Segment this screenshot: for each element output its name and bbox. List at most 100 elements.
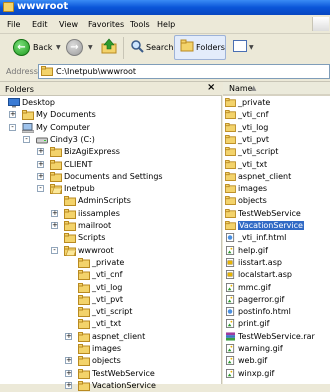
folder-open-icon [64, 246, 76, 256]
address-value[interactable]: C:\Inetpub\wwwroot [56, 67, 136, 76]
tree-item-label: _vti_cnf [92, 270, 123, 279]
list-item-label: _vti_inf.html [238, 233, 287, 242]
list-item-label: winxp.gif [238, 369, 275, 378]
folders-icon [180, 39, 194, 52]
tree-item-label: Documents and Settings [64, 172, 163, 181]
expand-icon[interactable]: + [51, 222, 58, 229]
folder-icon [225, 135, 236, 144]
search-button-label[interactable]: Search [146, 43, 173, 52]
folder-icon [50, 147, 62, 157]
html-file-icon [225, 307, 235, 316]
image-file-icon [225, 319, 235, 328]
collapse-icon[interactable]: - [23, 136, 30, 143]
folder-icon [64, 209, 76, 219]
folder-icon [41, 66, 53, 76]
list-item-label: TestWebService.rar [238, 332, 315, 341]
image-file-icon [225, 369, 235, 378]
menu-file[interactable]: File [7, 20, 20, 29]
folder-open-icon [50, 184, 62, 194]
list-item-label: _vti_txt [238, 160, 268, 169]
list-item-label: _private [238, 98, 271, 107]
folders-pane-title: Folders [5, 85, 34, 94]
menu-favorites[interactable]: Favorites [88, 20, 124, 29]
folder-icon [22, 110, 34, 120]
drive-icon [36, 137, 48, 144]
folder-icon [78, 369, 90, 379]
forward-arrow-icon[interactable]: → [66, 39, 83, 56]
tree-item-label: Scripts [78, 233, 106, 242]
folder-icon [64, 221, 76, 231]
folder-icon [225, 110, 236, 119]
menu-tools[interactable]: Tools [130, 20, 150, 29]
list-item-label: objects [238, 196, 267, 205]
menu-edit[interactable]: Edit [32, 20, 48, 29]
expand-icon[interactable]: + [37, 161, 44, 168]
list-item-label: pagerror.gif [238, 295, 285, 304]
folders-button-label: Folders [196, 43, 225, 52]
back-button-label[interactable]: Back [33, 43, 52, 52]
folder-icon [225, 184, 236, 193]
folder-icon [78, 270, 90, 280]
list-item-label: mmc.gif [238, 283, 271, 292]
folder-icon [78, 381, 90, 391]
expand-icon[interactable]: + [65, 370, 72, 377]
folder-icon [50, 160, 62, 170]
menu-help[interactable]: Help [157, 20, 175, 29]
expand-icon[interactable]: + [9, 111, 16, 118]
column-name-label[interactable]: Name [229, 84, 253, 93]
collapse-icon[interactable]: - [51, 247, 58, 254]
expand-icon[interactable]: + [37, 148, 44, 155]
sort-ascending-icon: ▲ [251, 84, 257, 92]
list-item-label: images [238, 184, 268, 193]
views-dropdown-icon[interactable]: ▼ [249, 44, 254, 51]
tree-item-label: Cindy3 (C:) [50, 135, 95, 144]
folder-icon [225, 172, 236, 181]
back-dropdown-icon[interactable]: ▼ [56, 44, 61, 51]
expand-icon[interactable]: + [65, 382, 72, 389]
folder-icon [64, 233, 76, 243]
window-title: wwwroot [17, 1, 69, 12]
list-item-label: TestWebService [238, 209, 301, 218]
tree-item-label: wwwroot [78, 246, 114, 255]
list-item-label: _vti_cnf [238, 110, 269, 119]
folder-icon [78, 319, 90, 329]
expand-icon[interactable]: + [65, 333, 72, 340]
expand-icon[interactable]: + [51, 210, 58, 217]
collapse-icon[interactable]: - [37, 185, 44, 192]
expand-icon[interactable]: + [37, 173, 44, 180]
folder-icon [50, 172, 62, 182]
toolbar-separator [123, 37, 124, 59]
asp-file-icon [225, 270, 235, 279]
tree-item-label: mailroot [78, 221, 112, 230]
list-item-label: _vti_log [238, 123, 269, 132]
list-item-label: aspnet_client [238, 172, 292, 181]
expand-icon[interactable]: + [65, 357, 72, 364]
folder-icon [78, 332, 90, 342]
tree-item-label: BizAgiExpress [64, 147, 120, 156]
folder-icon [64, 196, 76, 206]
folder-icon [225, 160, 236, 169]
up-folder-icon[interactable] [101, 38, 117, 54]
list-item-label: VacationService [238, 221, 304, 230]
tree-item-label: _vti_txt [92, 319, 122, 328]
folder-icon [225, 209, 236, 218]
menu-view[interactable]: View [59, 20, 78, 29]
tree-item-label: CLIENT [64, 160, 93, 169]
image-file-icon [225, 344, 235, 353]
tree-item-label: TestWebService [92, 369, 155, 378]
image-file-icon [225, 283, 235, 292]
forward-dropdown-icon[interactable]: ▼ [88, 44, 93, 51]
search-icon[interactable] [130, 39, 144, 53]
collapse-icon[interactable]: - [9, 124, 16, 131]
folder-icon [78, 295, 90, 305]
image-file-icon [225, 295, 235, 304]
list-item-label: web.gif [238, 356, 268, 365]
folder-icon [225, 98, 236, 107]
folder-icon [78, 283, 90, 293]
views-icon[interactable] [233, 40, 247, 52]
back-arrow-icon[interactable]: ← [13, 39, 30, 56]
address-label: Address [6, 67, 38, 76]
tree-item-label: Desktop [22, 98, 55, 107]
folder-icon [78, 258, 90, 268]
close-icon[interactable]: × [207, 82, 215, 93]
